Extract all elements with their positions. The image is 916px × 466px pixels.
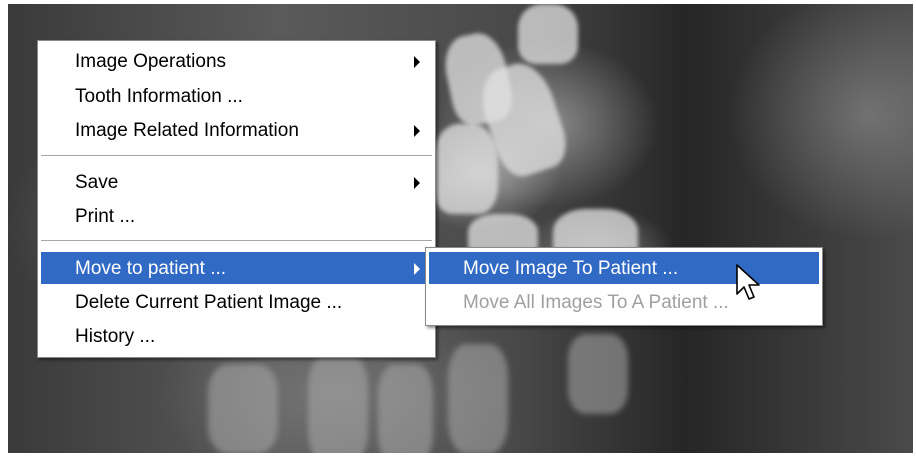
menu-item-label: Print ... — [75, 206, 136, 227]
menu-separator — [41, 155, 432, 157]
menu-item-label: Move to patient ... — [75, 258, 227, 279]
menu-item-print[interactable]: Print ... — [41, 200, 432, 232]
menu-item-history[interactable]: History ... — [41, 320, 432, 352]
menu-item-delete-current-patient-image[interactable]: Delete Current Patient Image ... — [41, 286, 432, 318]
move-to-patient-submenu: Move Image To Patient ... Move All Image… — [425, 247, 823, 326]
menu-separator — [41, 240, 432, 242]
menu-item-tooth-information[interactable]: Tooth Information ... — [41, 80, 432, 112]
menu-item-label: Delete Current Patient Image ... — [75, 292, 343, 313]
chevron-right-icon — [414, 177, 420, 189]
menu-item-label: Tooth Information ... — [75, 86, 243, 107]
menu-item-label: Save — [75, 172, 119, 193]
mouse-pointer-icon — [736, 264, 760, 300]
menu-item-save[interactable]: Save — [41, 166, 432, 198]
menu-item-label: History ... — [75, 326, 156, 347]
menu-item-move-to-patient[interactable]: Move to patient ... — [41, 252, 432, 284]
chevron-right-icon — [414, 56, 420, 68]
menu-item-label: Image Related Information — [75, 120, 299, 141]
menu-item-image-related-information[interactable]: Image Related Information — [41, 114, 432, 146]
chevron-right-icon — [414, 125, 420, 137]
menu-item-label: Image Operations — [75, 51, 227, 72]
chevron-right-icon — [414, 263, 420, 275]
menu-item-label: Move Image To Patient ... — [463, 258, 679, 279]
menu-item-label: Move All Images To A Patient ... — [463, 292, 729, 313]
context-menu: Image Operations Tooth Information ... I… — [37, 40, 436, 358]
menu-item-image-operations[interactable]: Image Operations — [41, 45, 432, 77]
